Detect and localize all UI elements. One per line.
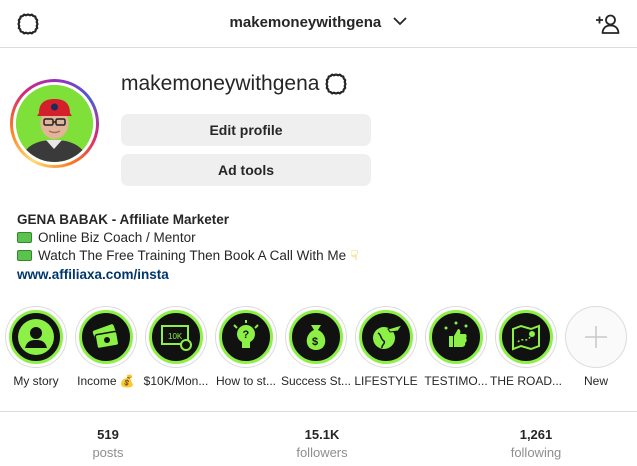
globe-plane-icon [359, 310, 413, 364]
svg-text:10K: 10K [168, 332, 183, 341]
bio-line-1-text: Online Biz Coach / Mentor [38, 230, 196, 246]
bio: GENA BABAK - Affiliate Marketer Online B… [17, 211, 617, 284]
bio-title: GENA BABAK - Affiliate Marketer [17, 212, 230, 227]
stat-posts[interactable]: 519 posts [38, 427, 178, 463]
profile-username: makemoneywithgena [121, 72, 320, 95]
highlight-income[interactable]: Income 💰 [74, 306, 138, 388]
highlight-my-story[interactable]: My story [4, 306, 68, 388]
bio-line-1: Online Biz Coach / Mentor [17, 229, 617, 247]
chevron-down-icon [393, 13, 408, 30]
money-icon [17, 232, 32, 244]
highlight-label: LIFESTYLE [354, 374, 418, 388]
thumbs-up-icon [429, 310, 483, 364]
bio-link[interactable]: www.affiliaxa.com/insta [17, 267, 169, 282]
highlight-10k[interactable]: 10K $10K/Mon... [144, 306, 208, 388]
highlight-label: $10K/Mon... [143, 374, 209, 388]
top-divider [0, 47, 637, 48]
story-highlights: My story Income 💰 10K $10K/Mon... ? How … [0, 306, 637, 396]
stat-value: 15.1K [304, 427, 340, 442]
money-stack-icon [79, 310, 133, 364]
pointing-hand-icon: ☟ [350, 248, 359, 264]
stat-label: posts [92, 445, 124, 460]
highlight-label: New [583, 374, 608, 388]
highlight-label: TESTIMO... [424, 374, 488, 388]
svg-text:?: ? [243, 329, 250, 341]
stat-following[interactable]: 1,261 following [466, 427, 606, 463]
stat-followers[interactable]: 15.1K followers [252, 427, 392, 463]
profile-settings-icon[interactable] [324, 72, 348, 96]
ad-tools-button[interactable]: Ad tools [121, 154, 371, 186]
stats-divider [0, 411, 637, 412]
header-username-text: makemoneywithgena [229, 14, 382, 31]
stat-label: following [510, 445, 562, 460]
10k-bill-icon: 10K [149, 310, 203, 364]
lightbulb-icon: ? [219, 310, 273, 364]
stat-value: 1,261 [519, 427, 553, 442]
top-bar: makemoneywithgena [0, 0, 637, 48]
bio-line-2: Watch The Free Training Then Book A Call… [17, 247, 617, 265]
highlight-new[interactable]: New [564, 306, 628, 388]
highlight-label: My story [13, 374, 59, 388]
money-bag-icon: $ [289, 310, 343, 364]
highlight-label: Success St... [280, 374, 352, 388]
header-username[interactable]: makemoneywithgena [0, 14, 637, 32]
bio-line-2-text: Watch The Free Training Then Book A Call… [38, 248, 347, 264]
stat-value: 519 [97, 427, 119, 442]
highlight-label: Income 💰 [77, 374, 135, 388]
svg-text:$: $ [312, 336, 318, 348]
map-icon [499, 310, 553, 364]
avatar[interactable] [10, 79, 99, 168]
highlight-testimonials[interactable]: TESTIMO... [424, 306, 488, 388]
highlight-how-to[interactable]: ? How to st... [214, 306, 278, 388]
highlight-label: THE ROAD... [489, 374, 562, 388]
stat-label: followers [296, 445, 348, 460]
highlight-lifestyle[interactable]: LIFESTYLE [354, 306, 418, 388]
edit-profile-button[interactable]: Edit profile [121, 114, 371, 146]
highlight-the-road[interactable]: THE ROAD... [490, 306, 562, 388]
profile-photo [16, 85, 93, 162]
plus-icon [565, 306, 627, 368]
money-icon [17, 250, 32, 262]
highlight-success[interactable]: $ Success St... [281, 306, 351, 388]
user-icon [9, 310, 63, 364]
highlight-label: How to st... [215, 374, 277, 388]
add-user-icon[interactable] [595, 11, 621, 37]
